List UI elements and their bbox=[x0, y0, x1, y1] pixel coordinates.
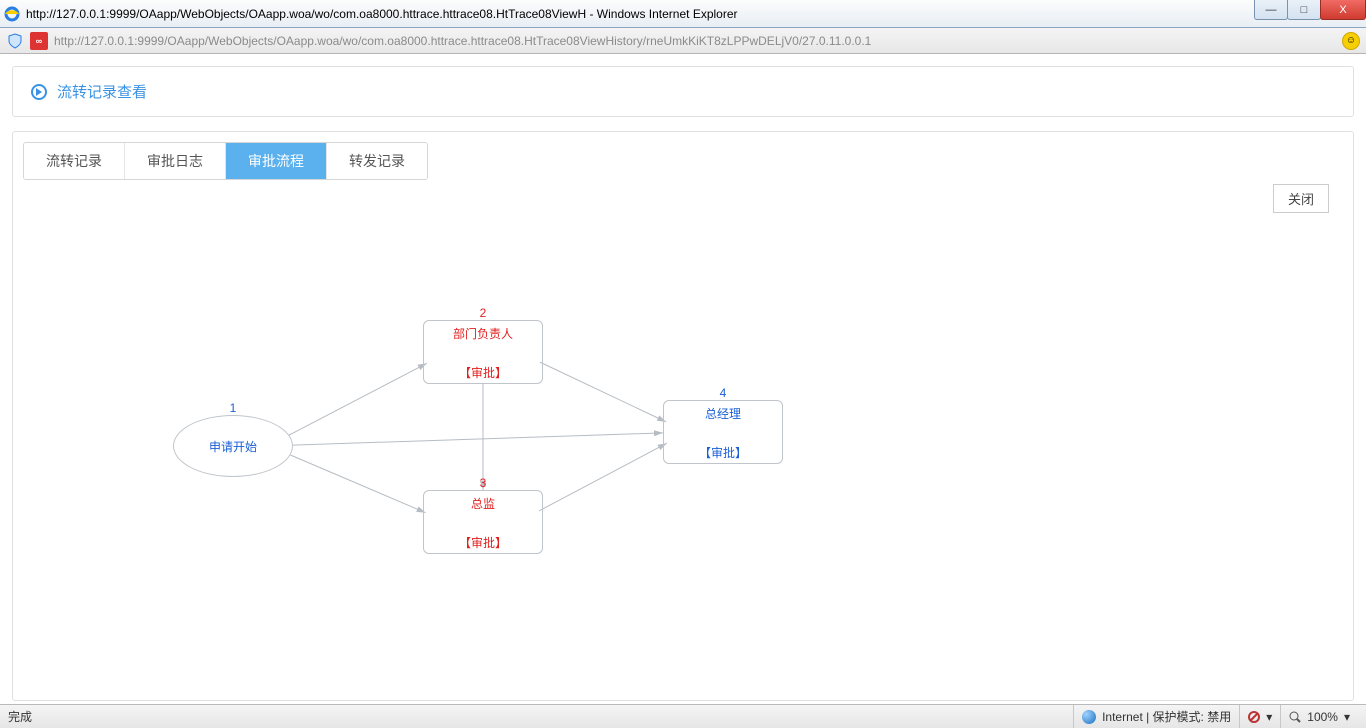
site-favicon-icon: ∞ bbox=[30, 32, 48, 50]
address-bar: ∞ http://127.0.0.1:9999/OAapp/WebObjects… bbox=[0, 28, 1366, 54]
window-titlebar: http://127.0.0.1:9999/OAapp/WebObjects/O… bbox=[0, 0, 1366, 28]
status-left: 完成 bbox=[8, 708, 32, 725]
flow-node-number: 3 bbox=[423, 476, 543, 490]
flow-node-number: 4 bbox=[663, 386, 783, 400]
flow-node-2[interactable]: 2部门负责人【审批】 bbox=[423, 320, 543, 384]
flowchart-area: 1申请开始2部门负责人【审批】3总监【审批】4总经理【审批】 bbox=[23, 200, 1343, 680]
window-title-url: http://127.0.0.1:9999/OAapp/WebObjects/O… bbox=[26, 7, 586, 21]
tab-bar: 流转记录审批日志审批流程转发记录 bbox=[23, 142, 428, 180]
flow-node-4[interactable]: 4总经理【审批】 bbox=[663, 400, 783, 464]
flow-node-number: 2 bbox=[423, 306, 543, 320]
window-title: http://127.0.0.1:9999/OAapp/WebObjects/O… bbox=[26, 7, 738, 21]
smiley-icon[interactable]: ☺ bbox=[1342, 32, 1360, 50]
flow-node-label: 部门负责人 bbox=[453, 325, 513, 342]
flow-node-action: 【审批】 bbox=[424, 534, 542, 551]
maximize-button[interactable]: □ bbox=[1287, 0, 1321, 20]
tab-3[interactable]: 转发记录 bbox=[327, 143, 427, 179]
zoom-icon bbox=[1289, 711, 1301, 723]
content-card: 流转记录审批日志审批流程转发记录 关闭 1申请开始2部门负责人【审批】3总监【审… bbox=[12, 131, 1354, 701]
flow-node-label: 总监 bbox=[471, 495, 495, 512]
tab-1[interactable]: 审批日志 bbox=[125, 143, 226, 179]
status-gap: ▾ bbox=[1266, 710, 1272, 724]
ie-icon bbox=[4, 6, 20, 22]
page-content: 流转记录查看 流转记录审批日志审批流程转发记录 关闭 1申请开始2部门负责人【审… bbox=[0, 54, 1366, 704]
flow-node-label: 申请开始 bbox=[209, 438, 257, 455]
window-title-app: - Windows Internet Explorer bbox=[586, 7, 737, 21]
protected-mode-icon bbox=[1248, 711, 1260, 723]
address-url[interactable]: http://127.0.0.1:9999/OAapp/WebObjects/O… bbox=[54, 34, 1336, 48]
flow-node-action: 【审批】 bbox=[664, 444, 782, 461]
tab-2[interactable]: 审批流程 bbox=[226, 143, 327, 179]
status-zoom: 100% bbox=[1307, 710, 1338, 724]
flow-node-number: 1 bbox=[173, 401, 293, 415]
minimize-button[interactable]: — bbox=[1254, 0, 1288, 20]
security-shield-icon[interactable] bbox=[6, 32, 24, 50]
flow-node-3[interactable]: 3总监【审批】 bbox=[423, 490, 543, 554]
panel-title: 流转记录查看 bbox=[57, 81, 147, 102]
flow-node-action: 【审批】 bbox=[424, 364, 542, 381]
close-window-button[interactable]: X bbox=[1320, 0, 1366, 20]
panel-header: 流转记录查看 bbox=[12, 66, 1354, 117]
flow-node-label: 总经理 bbox=[705, 405, 741, 422]
play-circle-icon bbox=[31, 84, 47, 100]
status-zone: Internet | 保护模式: 禁用 bbox=[1102, 708, 1231, 725]
tab-0[interactable]: 流转记录 bbox=[24, 143, 125, 179]
status-bar: 完成 Internet | 保护模式: 禁用 ▾ 100% ▾ bbox=[0, 704, 1366, 728]
globe-icon bbox=[1082, 710, 1096, 724]
zoom-dropdown-icon[interactable]: ▾ bbox=[1344, 710, 1350, 724]
flow-node-1[interactable]: 1申请开始 bbox=[173, 415, 293, 477]
